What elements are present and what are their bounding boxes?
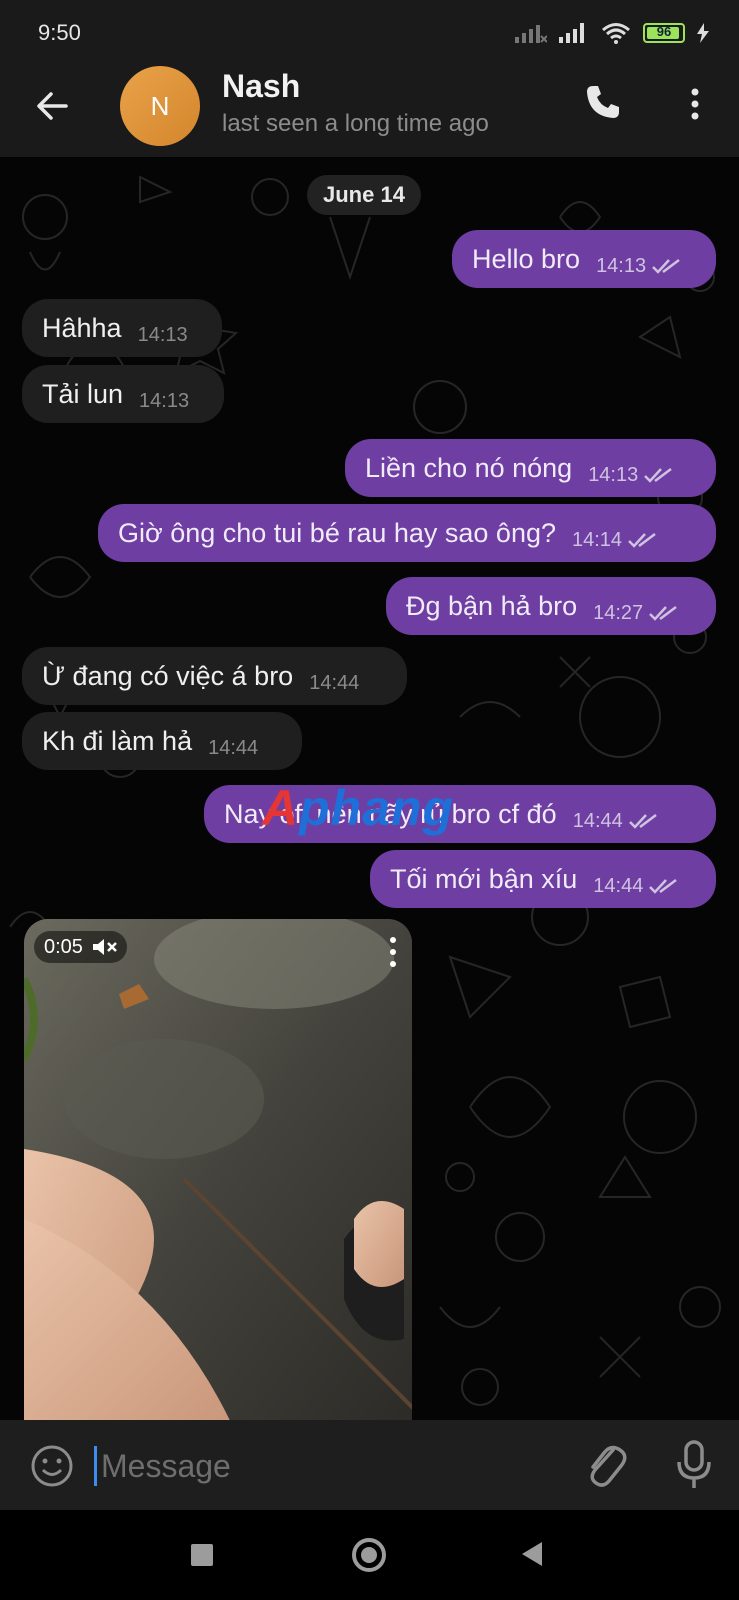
system-nav-bar	[0, 1510, 739, 1600]
watermark-logo: Aphang	[262, 780, 455, 836]
status-bar: 9:50 96	[0, 0, 739, 62]
more-vert-icon[interactable]	[388, 935, 398, 969]
message-incoming[interactable]: Kh đi làm hả 14:44	[22, 712, 302, 770]
message-text: Hâhha	[42, 312, 122, 343]
double-check-icon	[652, 259, 680, 274]
mic-icon[interactable]	[676, 1440, 712, 1490]
clock: 9:50	[38, 20, 81, 45]
attach-icon[interactable]	[583, 1440, 627, 1490]
message-outgoing[interactable]: Giờ ông cho tui bé rau hay sao ông? 14:1…	[98, 504, 716, 562]
avatar-initial: N	[150, 90, 170, 121]
message-text: Ừ đang có việc á bro	[42, 660, 294, 691]
message-time: 14:13	[596, 254, 647, 277]
message-outgoing[interactable]: Liền cho nó nóng 14:13	[345, 439, 716, 497]
video-duration-badge: 0:05	[34, 931, 127, 963]
message-text: Tải lun	[42, 378, 124, 409]
message-incoming[interactable]: Hâhha 14:13	[22, 299, 222, 357]
message-text: Đg bận hả bro	[406, 590, 578, 621]
message-time: 14:44	[593, 874, 644, 897]
message-time: 14:44	[572, 809, 623, 832]
signal-icon	[559, 23, 584, 43]
message-time: 14:14	[572, 528, 623, 551]
message-outgoing[interactable]: Hello bro 14:13	[452, 230, 716, 288]
message-time: 14:44	[309, 671, 360, 694]
battery-icon: 96	[643, 23, 685, 43]
battery-level: 96	[656, 24, 672, 39]
double-check-icon	[628, 814, 657, 829]
video-thumbnail	[24, 919, 412, 1420]
nav-back-icon[interactable]	[522, 1542, 542, 1566]
double-check-icon	[628, 533, 656, 548]
message-time: 14:27	[593, 601, 644, 624]
phone-icon[interactable]	[583, 82, 623, 122]
emoji-icon[interactable]	[30, 1444, 74, 1488]
avatar[interactable]: N	[120, 66, 200, 146]
message-incoming[interactable]: Ừ đang có việc á bro 14:44	[22, 647, 407, 705]
contact-name[interactable]: Nash	[222, 68, 300, 105]
double-check-icon	[649, 606, 677, 621]
status-icons: 96	[515, 20, 709, 46]
date-separator: June 14	[307, 175, 421, 215]
nav-recent-icon[interactable]	[191, 1544, 213, 1566]
double-check-icon	[649, 879, 678, 894]
mute-icon[interactable]	[91, 937, 117, 957]
message-time: 14:13	[137, 323, 188, 346]
text-cursor	[94, 1446, 97, 1486]
message-text: Kh đi làm hả	[42, 725, 193, 756]
message-time: 14:44	[208, 736, 259, 759]
double-check-icon	[644, 468, 672, 483]
video-message[interactable]: 0:05	[24, 919, 412, 1420]
wifi-icon	[602, 23, 630, 44]
charging-icon	[697, 23, 709, 43]
video-duration: 0:05	[44, 935, 83, 958]
message-input-bar	[0, 1420, 739, 1510]
nav-home-icon[interactable]	[352, 1538, 386, 1572]
chat-area[interactable]: June 14 Hello bro 14:13 Hâhha 14:13 Tải …	[0, 157, 739, 1420]
chat-header: N Nash last seen a long time ago	[0, 62, 739, 157]
message-incoming[interactable]: Tải lun 14:13	[22, 365, 224, 423]
message-text: Tối mới bận xíu	[390, 863, 578, 894]
message-time: 14:13	[588, 463, 639, 486]
message-outgoing[interactable]: Tối mới bận xíu 14:44	[370, 850, 716, 908]
message-text: Hello bro	[472, 243, 581, 274]
contact-status: last seen a long time ago	[222, 110, 489, 137]
back-arrow-icon[interactable]	[32, 86, 72, 126]
message-outgoing[interactable]: Đg bận hả bro 14:27	[386, 577, 716, 635]
more-vert-icon[interactable]	[680, 84, 710, 124]
message-text: Liền cho nó nóng	[365, 452, 573, 483]
message-input[interactable]	[99, 1440, 543, 1492]
signal-off-icon	[515, 25, 547, 43]
message-time: 14:13	[139, 389, 190, 412]
message-text: Giờ ông cho tui bé rau hay sao ông?	[118, 517, 556, 548]
